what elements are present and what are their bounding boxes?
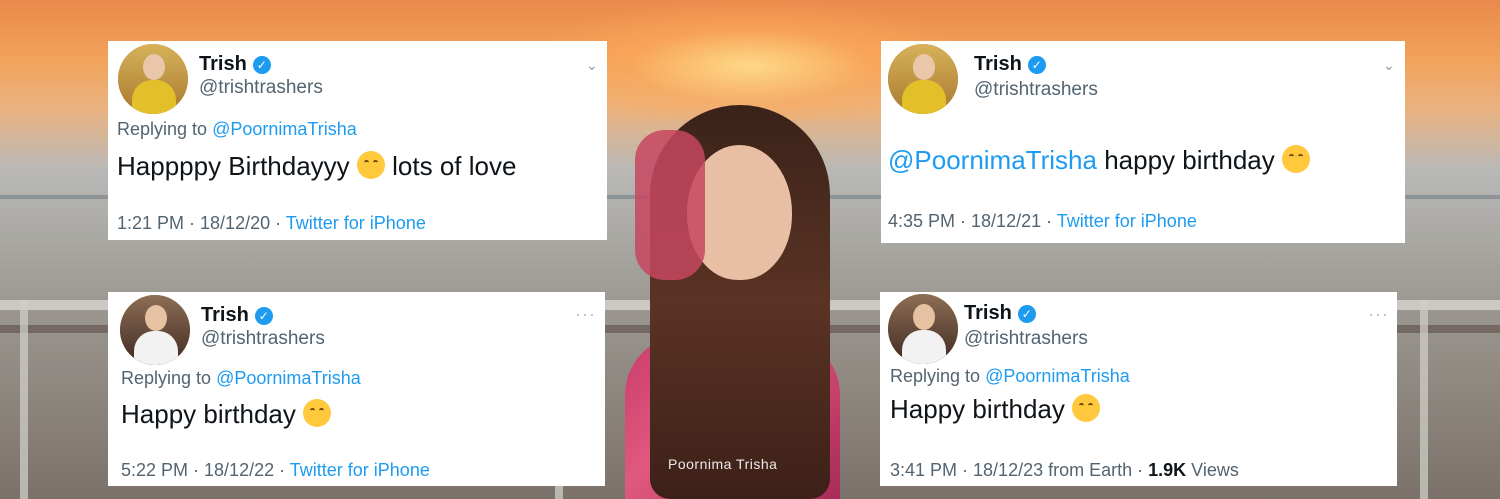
display-name[interactable]: Trish ✓ (964, 302, 1036, 325)
mention-link[interactable]: @PoornimaTrisha (985, 366, 1130, 386)
more-icon[interactable]: ··· (1368, 304, 1389, 325)
mention-link[interactable]: @PoornimaTrisha (216, 368, 361, 388)
avatar[interactable] (120, 295, 190, 365)
more-icon[interactable]: ··· (575, 304, 596, 325)
hugging-face-emoji-icon (356, 151, 385, 179)
avatar[interactable] (888, 294, 958, 364)
chevron-down-icon[interactable]: ⌄ (586, 58, 598, 72)
chevron-down-icon[interactable]: ⌄ (1383, 58, 1395, 72)
hugging-face-emoji-icon (303, 399, 332, 427)
tweet-text: Happy birthday (121, 399, 332, 430)
tweet-card[interactable]: Trish ✓ @trishtrashers ··· Replying to @P… (108, 292, 605, 486)
tweet-card[interactable]: Trish ✓ @trishtrashers ⌄ Replying to @Poo… (108, 41, 607, 240)
hugging-face-emoji-icon (1072, 394, 1101, 422)
tweet-text: @PoornimaTrisha happy birthday (888, 145, 1310, 176)
views-count[interactable]: 1.9K (1148, 460, 1186, 480)
verified-badge-icon: ✓ (1017, 305, 1036, 323)
username[interactable]: @trishtrashers (201, 328, 325, 350)
tweet-text: Happy birthday (890, 394, 1101, 425)
source-link[interactable]: Twitter for iPhone (1057, 211, 1197, 231)
tweet-meta: 1:21 PM · 18/12/20 · Twitter for iPhone (117, 213, 426, 233)
verified-badge-icon: ✓ (254, 307, 273, 325)
raised-arm (635, 130, 705, 280)
views-label: Views (1191, 460, 1239, 480)
background-photo: Poornima Trisha Trish ✓ @trishtrashers ⌄ … (0, 0, 1500, 499)
tweet-text: Happppy Birthdayyy lots of love (117, 151, 517, 181)
username[interactable]: @trishtrashers (964, 328, 1088, 350)
tweet-card[interactable]: Trish ✓ @trishtrashers ··· Replying to @P… (880, 292, 1397, 486)
source-link[interactable]: Twitter for iPhone (290, 460, 430, 480)
avatar[interactable] (888, 44, 958, 114)
display-name[interactable]: Trish ✓ (974, 53, 1046, 76)
verified-badge-icon: ✓ (1027, 56, 1046, 74)
tweet-card[interactable]: Trish ✓ @trishtrashers ⌄ @PoornimaTrisha … (881, 41, 1405, 243)
replying-to: Replying to @PoornimaTrisha (117, 119, 357, 139)
replying-to: Replying to @PoornimaTrisha (121, 368, 361, 388)
railing-post (20, 300, 28, 499)
railing-post (1420, 300, 1428, 499)
tweet-meta: 3:41 PM · 18/12/23 from Earth · 1.9K Vie… (890, 460, 1239, 480)
mention-link[interactable]: @PoornimaTrisha (888, 145, 1097, 175)
display-name[interactable]: Trish ✓ (201, 304, 273, 327)
woman-photo (605, 105, 855, 499)
watermark: Poornima Trisha (668, 456, 778, 472)
username[interactable]: @trishtrashers (199, 77, 323, 99)
source-link[interactable]: Twitter for iPhone (286, 213, 426, 233)
mention-link[interactable]: @PoornimaTrisha (212, 119, 357, 139)
hugging-face-emoji-icon (1281, 145, 1310, 173)
tweet-meta: 4:35 PM · 18/12/21 · Twitter for iPhone (888, 211, 1197, 231)
verified-badge-icon: ✓ (252, 56, 271, 74)
replying-to: Replying to @PoornimaTrisha (890, 366, 1130, 386)
display-name[interactable]: Trish ✓ (199, 53, 271, 76)
username[interactable]: @trishtrashers (974, 79, 1098, 101)
tweet-meta: 5:22 PM · 18/12/22 · Twitter for iPhone (121, 460, 430, 480)
avatar[interactable] (118, 44, 188, 114)
